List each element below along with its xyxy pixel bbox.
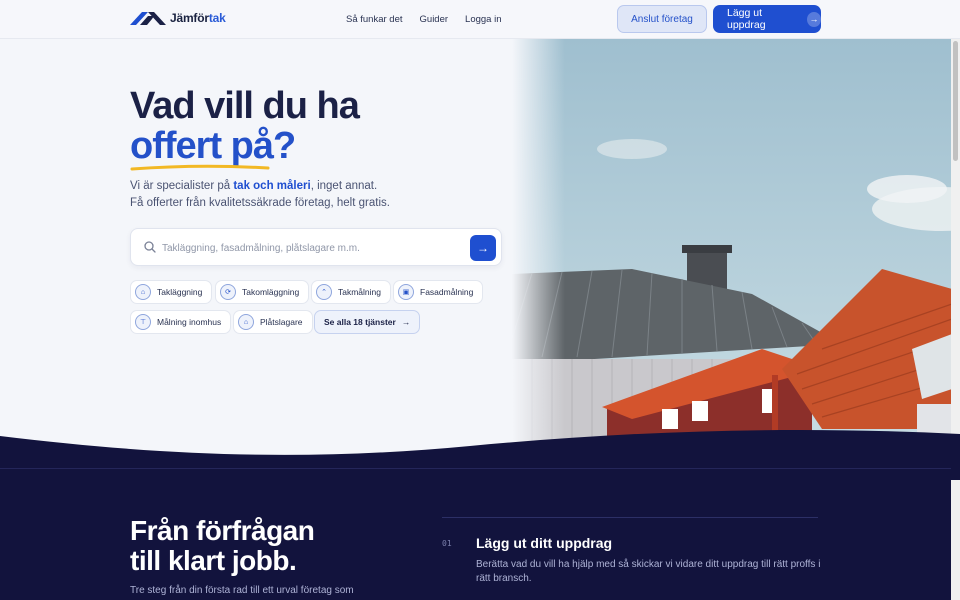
step-divider bbox=[442, 517, 818, 518]
search-submit-button[interactable]: → bbox=[470, 235, 496, 261]
service-chip-takomlaggning[interactable]: ⟳ Takomläggning bbox=[215, 280, 310, 304]
step-number: 01 bbox=[442, 539, 452, 548]
post-job-button[interactable]: Lägg ut uppdrag → bbox=[713, 5, 821, 33]
service-search: → bbox=[130, 228, 502, 266]
logo-text-main: Jämför bbox=[170, 11, 209, 25]
title-underline-decoration bbox=[130, 164, 270, 171]
house-roof-icon: ⌂ bbox=[135, 284, 151, 300]
search-icon bbox=[144, 241, 156, 253]
hero-subtitle: Vi är specialister på tak och måleri, in… bbox=[130, 178, 390, 212]
roof-paint-icon: ⌃ bbox=[316, 284, 332, 300]
nav-link-guides[interactable]: Guider bbox=[420, 14, 449, 25]
hero-sub-prefix: Vi är specialister på bbox=[130, 180, 234, 192]
service-chip-taklaggning[interactable]: ⌂ Takläggning bbox=[130, 280, 213, 304]
page-scrollbar[interactable] bbox=[951, 39, 960, 600]
search-input[interactable] bbox=[162, 238, 462, 258]
see-all-services-label: Se alla 18 tjänster bbox=[324, 317, 396, 327]
paint-roller-icon: ⊤ bbox=[135, 314, 151, 330]
logo[interactable]: Jämförtak bbox=[130, 10, 226, 26]
service-chip-label: Plåtslagare bbox=[260, 317, 303, 327]
hero-title-line2: offert på? bbox=[130, 125, 296, 167]
hero-title: Vad vill du ha offert på? bbox=[130, 85, 360, 167]
nav-link-how-it-works[interactable]: Så funkar det bbox=[346, 14, 403, 25]
site-header: Jämförtak Så funkar det Guider Logga in … bbox=[0, 0, 960, 39]
main-nav: Så funkar det Guider Logga in bbox=[346, 14, 501, 25]
service-chip-label: Fasadmålning bbox=[420, 287, 474, 297]
service-chip-malning-inomhus[interactable]: ⊤ Målning inomhus bbox=[130, 310, 232, 334]
logo-text-accent: tak bbox=[208, 11, 226, 25]
post-job-button-label: Lägg ut uppdrag bbox=[727, 7, 766, 31]
process-title-line2: till klart jobb. bbox=[130, 545, 297, 576]
arrow-right-icon: → bbox=[401, 317, 411, 327]
service-chip-fasadmalning[interactable]: ▣ Fasadmålning bbox=[393, 280, 484, 304]
step-title: Lägg ut ditt uppdrag bbox=[476, 535, 613, 551]
section-divider-line bbox=[0, 468, 951, 469]
hero-title-line1: Vad vill du ha bbox=[130, 85, 360, 127]
arrow-right-icon: → bbox=[477, 241, 489, 255]
service-chip-platslagare[interactable]: ⌂ Plåtslagare bbox=[233, 310, 313, 334]
logo-roof-icon bbox=[130, 12, 166, 25]
nav-link-login[interactable]: Logga in bbox=[465, 14, 501, 25]
process-subtitle: Tre steg från din första rad till ett ur… bbox=[130, 585, 354, 596]
service-chip-label: Takomläggning bbox=[242, 287, 300, 297]
scrollbar-thumb[interactable] bbox=[953, 41, 958, 161]
hero-image bbox=[512, 39, 952, 459]
arrow-right-icon: → bbox=[806, 11, 821, 27]
facade-paint-icon: ▣ bbox=[398, 284, 414, 300]
step-description: Berätta vad du vill ha hjälp med så skic… bbox=[476, 559, 821, 584]
refresh-roof-icon: ⟳ bbox=[220, 284, 236, 300]
service-chip-label: Takmålning bbox=[338, 287, 381, 297]
logo-text: Jämförtak bbox=[170, 11, 226, 25]
sheet-metal-icon: ⌂ bbox=[238, 314, 254, 330]
see-all-services-button[interactable]: Se alla 18 tjänster → bbox=[314, 310, 421, 334]
process-title: Från förfrågan till klart jobb. bbox=[130, 515, 315, 576]
process-title-line1: Från förfrågan bbox=[130, 515, 315, 546]
hero-sub-line2: Få offerter från kvalitetssäkrade företa… bbox=[130, 197, 390, 209]
service-chip-label: Takläggning bbox=[157, 287, 203, 297]
hero-sub-suffix: , inget annat. bbox=[310, 180, 378, 192]
connect-company-button[interactable]: Anslut företag bbox=[617, 5, 707, 33]
service-chip-takmalning[interactable]: ⌃ Takmålning bbox=[311, 280, 391, 304]
service-chip-label: Målning inomhus bbox=[157, 317, 222, 327]
hero-sub-highlight: tak och måleri bbox=[233, 180, 311, 192]
